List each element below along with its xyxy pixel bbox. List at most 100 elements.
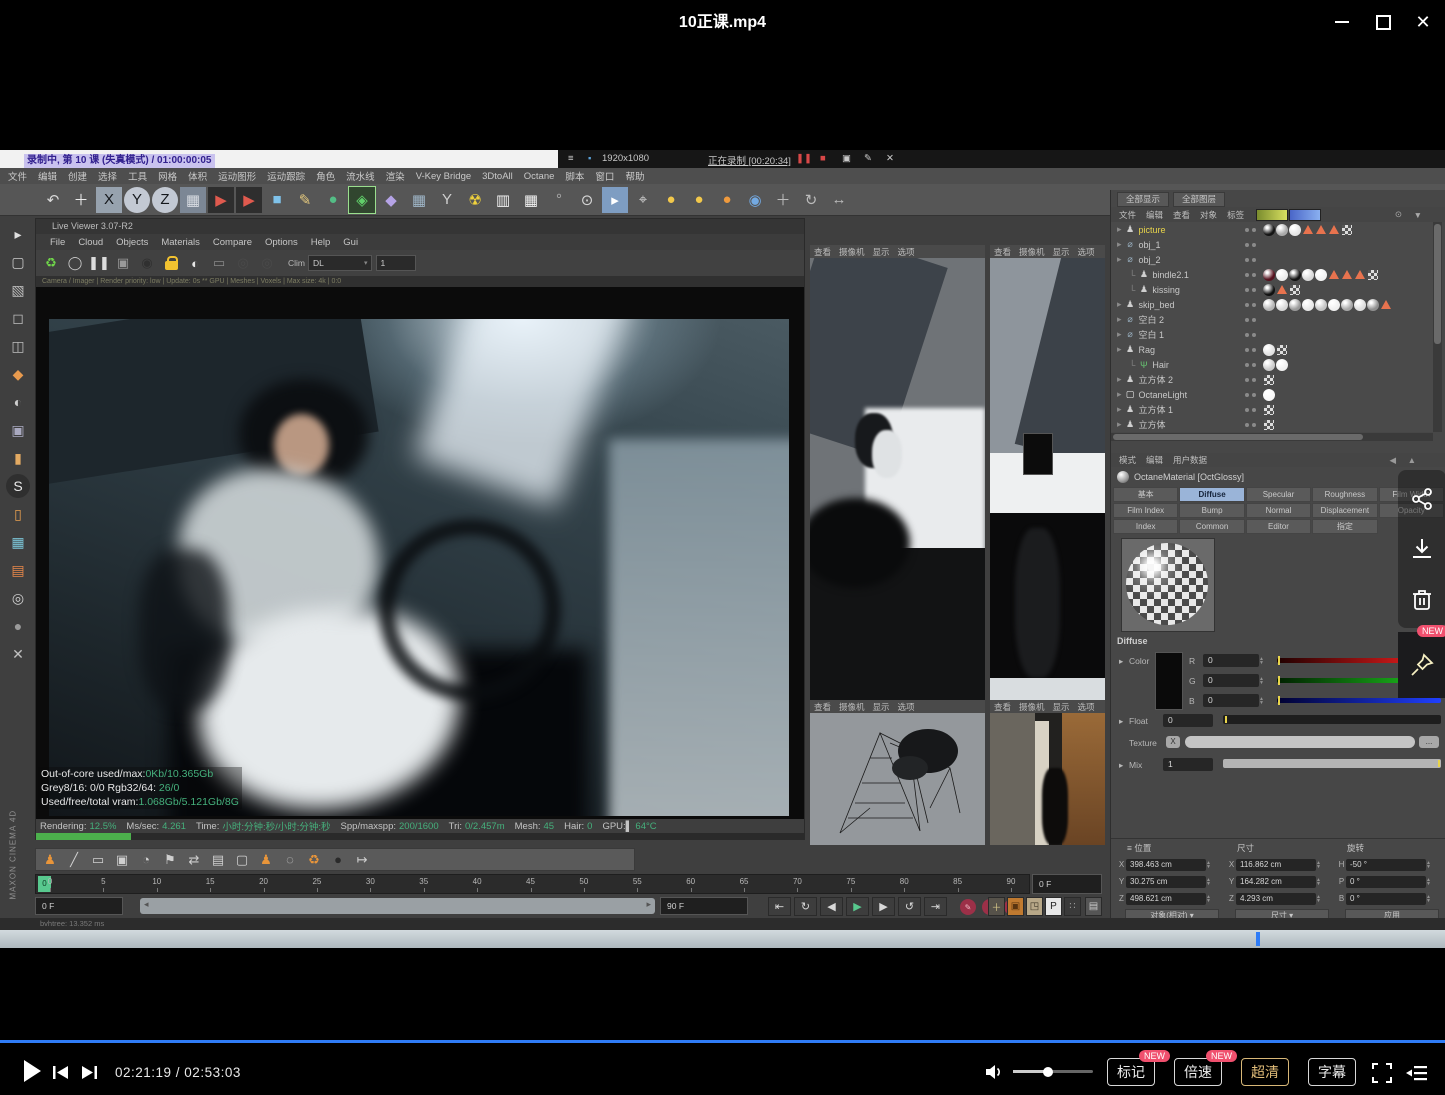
om-menu-item-0[interactable]: 文件 (1119, 209, 1136, 221)
tree-expand-icon[interactable]: └ (1129, 360, 1135, 370)
channel-tab-diffuse[interactable]: Diffuse (1179, 487, 1244, 502)
timeline-current-frame-box[interactable]: 0 F (1032, 874, 1102, 894)
viewport-perspective[interactable]: 查看摄像机显示选项 (810, 245, 985, 700)
visibility-dots[interactable] (1237, 228, 1263, 232)
am-back-arrow-icon[interactable]: ◀ (1389, 455, 1396, 466)
om-menu-item-4[interactable]: 标签 (1227, 209, 1244, 221)
layer-chip-green[interactable] (1256, 209, 1288, 221)
object-row[interactable]: ▸♟立方体 (1111, 417, 1433, 432)
range-start-field[interactable]: 0 F (35, 897, 123, 915)
vp-menu-item-0[interactable]: 查看 (814, 701, 831, 713)
next-track-icon[interactable] (80, 1065, 98, 1080)
s-ball-icon[interactable]: S (6, 474, 30, 498)
minimize-button[interactable] (1333, 12, 1353, 32)
channel-tab-common[interactable]: Common (1179, 519, 1244, 534)
channel-value-field[interactable]: 0 (1203, 694, 1259, 707)
select-arrow-icon[interactable]: ▸ (6, 222, 30, 246)
material-thumb-icon[interactable] (1263, 224, 1275, 236)
channel-slider[interactable] (1277, 698, 1441, 703)
material-thumb-icon[interactable] (1341, 299, 1353, 311)
clim-dropdown-arrow[interactable]: ▾ (364, 259, 368, 267)
lv-menu-item-6[interactable]: Help (311, 237, 331, 248)
seek-bar[interactable] (0, 1040, 1445, 1043)
globe-icon[interactable]: ◉ (742, 187, 768, 213)
float-slider[interactable] (1223, 715, 1441, 724)
maximize-button[interactable] (1373, 12, 1393, 32)
recorder-menu-icon[interactable]: ≡ (568, 153, 574, 164)
c4d-menu-item-3[interactable]: 选择 (98, 169, 117, 183)
object-name[interactable]: obj_2 (1139, 255, 1161, 265)
record-box-icon[interactable]: ▣ (111, 850, 133, 870)
export-icon[interactable]: ↦ (351, 850, 373, 870)
channel-tab-displacement[interactable]: Displacement (1312, 503, 1377, 518)
tree-expand-icon[interactable]: ▸ (1117, 314, 1122, 325)
subdivision-icon[interactable]: ● (320, 187, 346, 213)
coord-value-field[interactable]: -50 ° (1346, 859, 1426, 871)
vp-menu-item-0[interactable]: 查看 (814, 246, 831, 258)
radioactive-icon[interactable]: ☢ (462, 187, 488, 213)
render-settings-icon[interactable]: ▶ (236, 187, 262, 213)
c4d-menu-item-8[interactable]: 运动跟踪 (267, 169, 305, 183)
slash-icon[interactable]: ╱ (63, 850, 85, 870)
lv-menu-item-0[interactable]: File (50, 237, 65, 248)
object-tree-hscrollbar[interactable] (1111, 433, 1433, 441)
octane-tag-icon[interactable] (1381, 300, 1391, 309)
om-menu-item-1[interactable]: 编辑 (1146, 209, 1163, 221)
c4d-menu-item-2[interactable]: 创建 (68, 169, 87, 183)
object-name[interactable]: Rag (1139, 345, 1156, 355)
octane-tag-icon[interactable] (1277, 285, 1287, 294)
am-menu-item-0[interactable]: 模式 (1119, 454, 1136, 466)
volume-knob[interactable] (1043, 1067, 1053, 1077)
c4d-menu-item-6[interactable]: 体积 (188, 169, 207, 183)
lv-menu-item-4[interactable]: Compare (213, 237, 252, 248)
pin-tool[interactable]: NEW (1398, 632, 1445, 698)
material-thumb-icon[interactable] (1276, 224, 1288, 236)
trash-icon[interactable] (1398, 574, 1445, 624)
select-cursor-icon[interactable]: ▸ (602, 187, 628, 213)
volume-icon[interactable] (984, 1063, 1004, 1081)
object-row[interactable]: ▸⌀空白 1 (1111, 327, 1433, 342)
layout-split-icon[interactable]: ▥ (490, 187, 516, 213)
object-name[interactable]: 空白 1 (1139, 328, 1165, 341)
channel-spinner[interactable]: ▲▼ (1259, 674, 1266, 687)
channel-tab-normal[interactable]: Normal (1246, 503, 1311, 518)
tree-expand-icon[interactable]: ▸ (1117, 389, 1122, 400)
tree-expand-icon[interactable]: ▸ (1117, 374, 1122, 385)
tree-expand-icon[interactable]: ▸ (1117, 239, 1122, 250)
channel-tab-指定[interactable]: 指定 (1312, 519, 1377, 534)
coord-value-field[interactable]: 30.275 cm (1126, 876, 1206, 888)
visibility-dots[interactable] (1237, 303, 1263, 307)
object-name[interactable]: 立方体 2 (1139, 373, 1174, 386)
lv-menu-item-5[interactable]: Options (265, 237, 298, 248)
visibility-dots[interactable] (1237, 273, 1263, 277)
lv-menu-item-1[interactable]: Cloud (78, 237, 103, 248)
coord-value-field[interactable]: 4.293 cm (1236, 893, 1316, 905)
channel-value-field[interactable]: 0 (1203, 674, 1259, 687)
c4d-menu-item-5[interactable]: 网格 (158, 169, 177, 183)
vp-menu-item-2[interactable]: 显示 (1053, 701, 1070, 713)
object-row[interactable]: ▸♟立方体 1 (1111, 402, 1433, 417)
object-name[interactable]: 立方体 (1139, 418, 1166, 431)
material-thumb-icon[interactable] (1315, 299, 1327, 311)
light-orange-icon[interactable]: ● (714, 187, 740, 213)
visibility-dots[interactable] (1237, 318, 1263, 322)
material-thumb-icon[interactable] (1302, 299, 1314, 311)
flag-icon[interactable]: ⚑ (159, 850, 181, 870)
goto-start-button[interactable]: ⇤ (768, 897, 791, 916)
keyframe-icon[interactable]: ▭ (87, 850, 109, 870)
vp-menu-item-2[interactable]: 显示 (873, 701, 890, 713)
material-preview[interactable] (1121, 538, 1215, 632)
object-name[interactable]: OctaneLight (1139, 390, 1188, 400)
lv-menu-item-3[interactable]: Materials (161, 237, 200, 248)
material-thumb-icon[interactable] (1263, 284, 1275, 296)
c4d-menu-item-14[interactable]: Octane (524, 171, 555, 182)
viewport-top-wireframe[interactable]: 查看摄像机显示选项 (810, 700, 985, 845)
visibility-dots[interactable] (1237, 378, 1263, 382)
coord-spinner[interactable]: ▲▼ (1206, 875, 1213, 888)
object-name[interactable]: bindle2.1 (1152, 270, 1189, 280)
c4d-menu-item-0[interactable]: 文件 (8, 169, 27, 183)
cube-primitive-icon[interactable]: ■ (264, 187, 290, 213)
visibility-dots[interactable] (1237, 408, 1263, 412)
tree-expand-icon[interactable]: └ (1129, 270, 1135, 280)
channel-tab-film-index[interactable]: Film Index (1113, 503, 1178, 518)
